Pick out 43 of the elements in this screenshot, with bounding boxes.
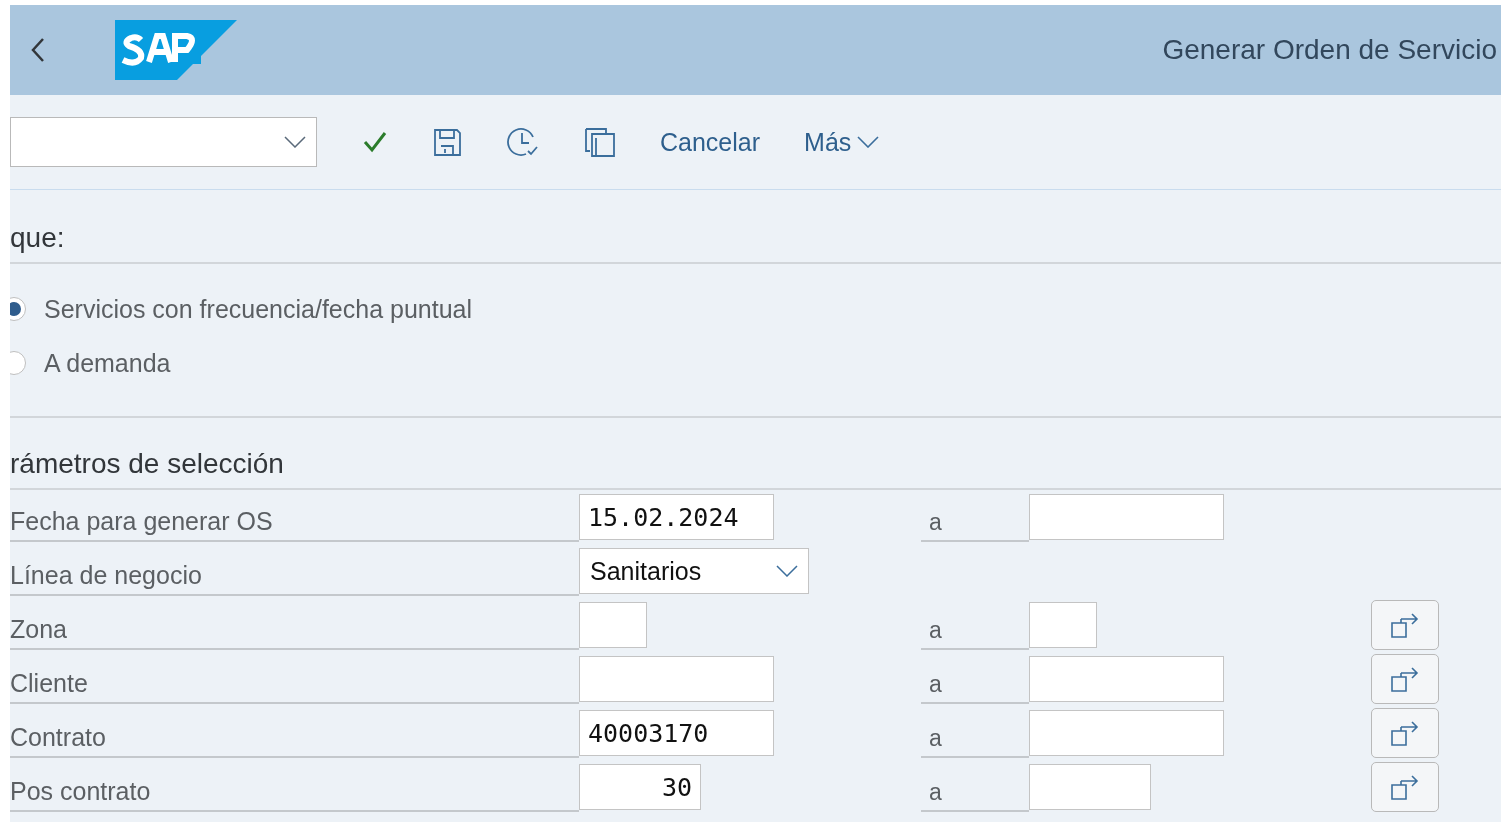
check-button[interactable] — [362, 129, 388, 155]
select-field[interactable]: Sanitarios — [579, 548, 809, 594]
more-menu-button[interactable]: Más — [804, 127, 880, 157]
input-field[interactable] — [1029, 602, 1097, 648]
input-field[interactable] — [579, 602, 647, 648]
chevron-down-icon — [284, 136, 306, 148]
field-label: Zona — [10, 606, 579, 650]
logo-icon — [115, 20, 237, 80]
multiple-selection-button[interactable] — [1371, 708, 1439, 758]
multiple-selection-button[interactable] — [1371, 762, 1439, 812]
section-title: rámetros de selección — [10, 448, 1501, 490]
chevron-down-icon — [857, 136, 880, 148]
radio-option[interactable]: A demanda — [10, 336, 1501, 390]
variant-dropdown[interactable] — [10, 117, 317, 167]
input-field[interactable] — [1029, 656, 1224, 702]
save-button[interactable] — [432, 127, 462, 157]
radio-option[interactable]: Servicios con frecuencia/fecha puntual — [10, 282, 1501, 336]
cancel-button[interactable]: Cancelar — [660, 127, 761, 157]
field-label: Cliente — [10, 660, 579, 704]
clock-button[interactable] — [506, 125, 540, 159]
section-title: que: — [10, 222, 1501, 264]
input-field[interactable] — [1029, 494, 1224, 540]
radio-label: A demanda — [44, 348, 171, 378]
chevron-down-icon — [776, 565, 798, 577]
input-field[interactable] — [1029, 710, 1224, 756]
radio-label: Servicios con frecuencia/fecha puntual — [44, 294, 473, 324]
multiple-selection-button[interactable] — [1371, 654, 1439, 704]
input-field[interactable]: 15.02.2024 — [579, 494, 774, 540]
square-arrow-icon — [1389, 610, 1421, 640]
square-arrow-icon — [1389, 718, 1421, 748]
field-label: Línea de negocio — [10, 552, 579, 596]
input-field[interactable] — [1029, 764, 1151, 810]
input-field[interactable]: 30 — [579, 764, 701, 810]
field-label: Fecha para generar OS — [10, 498, 579, 542]
page-title: Generar Orden de Servicio — [1162, 34, 1497, 66]
copy-button[interactable] — [584, 127, 616, 157]
multiple-selection-button[interactable] — [1371, 600, 1439, 650]
square-arrow-icon — [1389, 772, 1421, 802]
field-label: Contrato — [10, 714, 579, 758]
input-field[interactable]: 40003170 — [579, 710, 774, 756]
square-arrow-icon — [1389, 664, 1421, 694]
field-label: Pos contrato — [10, 768, 579, 812]
input-field[interactable] — [579, 656, 774, 702]
